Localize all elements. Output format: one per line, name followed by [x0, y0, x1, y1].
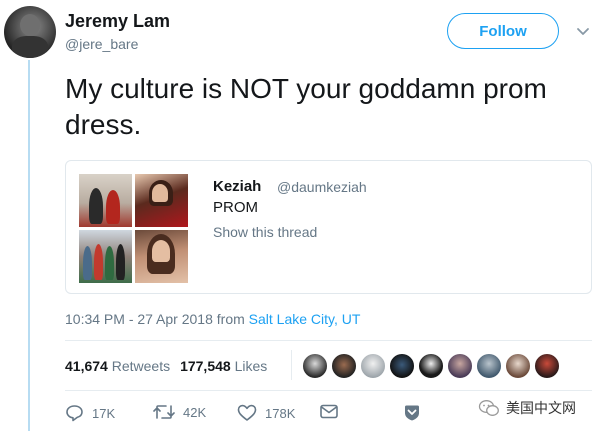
liker-avatar[interactable] — [331, 353, 357, 379]
tweet-actions: 17K 42K 178K — [65, 404, 465, 426]
thread-rule — [28, 60, 30, 431]
reply-count: 17K — [92, 405, 116, 421]
media-thumbnail[interactable] — [135, 174, 188, 227]
liker-avatar[interactable] — [505, 353, 531, 379]
liker-avatar[interactable] — [389, 353, 415, 379]
likes-stat[interactable]: 177,548 Likes — [180, 358, 267, 374]
retweets-stat[interactable]: 41,674 Retweets — [65, 358, 170, 374]
media-thumbnail[interactable] — [135, 230, 188, 283]
liker-avatar[interactable] — [302, 353, 328, 379]
retweet-icon — [153, 405, 175, 419]
follow-button[interactable]: Follow — [447, 13, 559, 49]
author-name[interactable]: Jeremy Lam — [65, 11, 170, 32]
retweets-label: Retweets — [111, 358, 171, 374]
timestamp-text: 10:34 PM - 27 Apr 2018 from — [65, 311, 249, 327]
location-link[interactable]: Salt Lake City, UT — [249, 311, 361, 327]
reply-icon — [66, 405, 83, 422]
show-thread-link[interactable]: Show this thread — [213, 224, 317, 240]
watermark: 美国中文网 — [478, 398, 576, 418]
liker-avatar[interactable] — [534, 353, 560, 379]
retweet-count: 42K — [183, 404, 207, 420]
share-button[interactable] — [403, 404, 429, 422]
quoted-tweet[interactable]: Keziah @daumkeziah PROM Show this thread — [65, 160, 592, 294]
heart-icon — [237, 404, 257, 421]
liker-avatar[interactable] — [476, 353, 502, 379]
divider — [65, 340, 592, 341]
likes-label: Likes — [234, 358, 268, 374]
reply-button[interactable]: 17K — [65, 404, 115, 422]
wechat-icon — [478, 400, 499, 416]
tweet-text: My culture is NOT your goddamn prom dres… — [65, 73, 547, 140]
quoted-tweet-text: PROM — [213, 199, 258, 216]
media-thumbnail[interactable] — [79, 230, 132, 283]
like-count: 178K — [265, 405, 296, 421]
share-badge-icon — [405, 405, 419, 421]
liker-avatar[interactable] — [418, 353, 444, 379]
quoted-author-name: Keziah — [213, 178, 262, 195]
liker-avatar[interactable] — [360, 353, 386, 379]
direct-message-button[interactable] — [320, 404, 346, 419]
media-thumbnail[interactable] — [79, 174, 132, 227]
retweets-count: 41,674 — [65, 358, 108, 374]
stats-separator — [291, 350, 292, 380]
quoted-media-grid[interactable] — [79, 174, 188, 283]
avatar[interactable] — [4, 6, 56, 58]
watermark-text: 美国中文网 — [506, 400, 576, 416]
likes-count: 177,548 — [180, 358, 231, 374]
engagement-stats: 41,674 Retweets 177,548 Likes — [65, 358, 267, 374]
quoted-author-handle: @daumkeziah — [277, 179, 367, 195]
liker-avatar[interactable] — [447, 353, 473, 379]
author-handle[interactable]: @jere_bare — [65, 36, 138, 52]
divider — [65, 390, 592, 391]
message-icon — [320, 404, 338, 419]
like-button[interactable]: 178K — [237, 404, 295, 422]
chevron-down-icon[interactable] — [576, 24, 590, 38]
tweet-timestamp: 10:34 PM - 27 Apr 2018 from Salt Lake Ci… — [65, 311, 360, 327]
retweet-button[interactable]: 42K — [153, 404, 206, 420]
